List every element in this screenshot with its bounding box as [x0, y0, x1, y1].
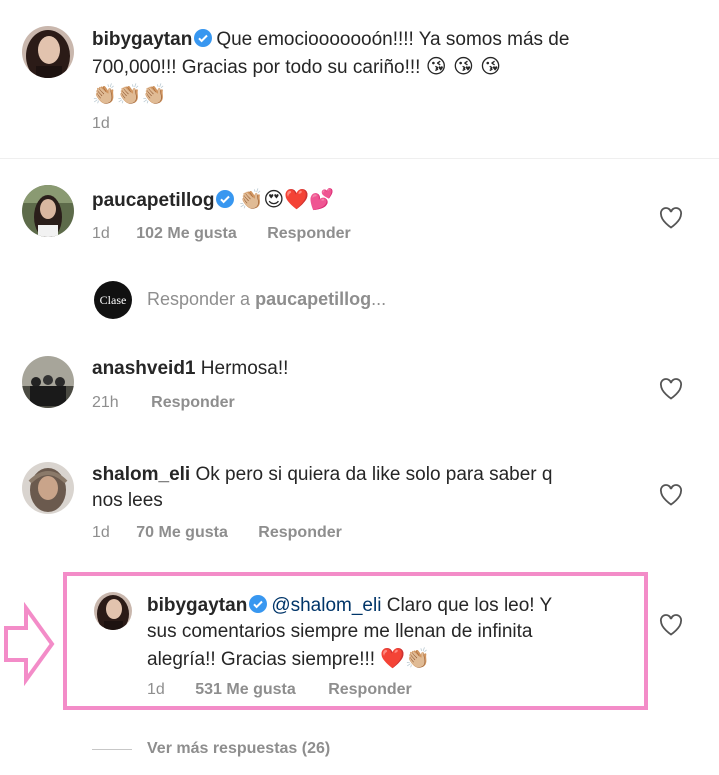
- reply-text: bibygaytan @shalom_eli Claro que los leo!…: [147, 593, 627, 673]
- comment-username[interactable]: paucapetillog: [92, 190, 214, 211]
- verified-badge-icon: [249, 595, 268, 613]
- mention-link[interactable]: @shalom_eli: [271, 595, 381, 616]
- avatar-bibygaytan[interactable]: [22, 26, 74, 78]
- comment-text-line2: nos lees: [92, 490, 163, 511]
- reply-time: 1d: [147, 681, 165, 698]
- caption-username[interactable]: bibygaytan: [92, 29, 192, 50]
- comment-shalom-eli: shalom_eli Ok pero si quiera da like sol…: [92, 462, 632, 514]
- reply-button[interactable]: Responder: [267, 225, 351, 242]
- reply-button[interactable]: Responder: [151, 394, 235, 411]
- avatar-anashveid1[interactable]: [22, 356, 74, 408]
- avatar-paucapetillog[interactable]: [22, 185, 74, 237]
- caption-emojis: 😘 😘 😘: [425, 54, 502, 78]
- comment-username[interactable]: anashveid1: [92, 358, 196, 379]
- view-more-replies-button[interactable]: Ver más respuestas (26): [147, 740, 330, 758]
- reply-input[interactable]: Responder a paucapetillog...: [147, 289, 386, 310]
- comment-username[interactable]: shalom_eli: [92, 464, 190, 485]
- reply-text-line2: sus comentarios siempre me llenan de inf…: [147, 621, 533, 642]
- reply-username[interactable]: bibygaytan: [147, 595, 247, 616]
- comment-likes[interactable]: 70 Me gusta: [136, 524, 228, 541]
- verified-badge-icon: [194, 29, 213, 47]
- comment-text: Ok pero si quiera da like solo para sabe…: [195, 464, 553, 485]
- comment-meta: 21h Responder: [92, 394, 235, 412]
- avatar-bibygaytan-reply[interactable]: [94, 592, 132, 630]
- comment-meta: 1d 102 Me gusta Responder: [92, 225, 351, 243]
- like-heart-icon[interactable]: [659, 614, 683, 636]
- comment-text: Hermosa!!: [200, 358, 289, 379]
- reply-text-line1: Claro que los leo! Y: [381, 595, 553, 616]
- caption-divider: [0, 158, 719, 159]
- avatar-shalom-eli[interactable]: [22, 462, 74, 514]
- reply-text-line3: alegría!! Gracias siempre!!!: [147, 649, 376, 670]
- comment-anashveid1: anashveid1 Hermosa!!: [92, 356, 288, 382]
- reply-input-prefix: Responder a: [147, 289, 256, 309]
- comment-likes[interactable]: 102 Me gusta: [136, 225, 236, 242]
- post-caption: bibygaytan Que emociooooooón!!!! Ya somos…: [92, 27, 652, 109]
- avatar-clase-text: Clase: [99, 292, 127, 307]
- like-heart-icon[interactable]: [659, 207, 683, 229]
- reply-likes[interactable]: 531 Me gusta: [195, 681, 295, 698]
- comment-meta: 1d 70 Me gusta Responder: [92, 524, 342, 542]
- reply-meta: 1d 531 Me gusta Responder: [147, 681, 412, 699]
- more-replies-line: [92, 749, 132, 750]
- like-heart-icon[interactable]: [659, 378, 683, 400]
- caption-meta: 1d: [92, 115, 110, 133]
- verified-badge-icon: [216, 190, 235, 208]
- avatar-clase: Clase: [94, 281, 132, 319]
- comment-time: 1d: [92, 225, 110, 242]
- caption-emojis-line2: 👏🏼👏🏼👏🏼: [92, 82, 167, 106]
- caption-time: 1d: [92, 115, 110, 132]
- reply-input-target: paucapetillog: [255, 289, 372, 309]
- comment-time: 1d: [92, 524, 110, 541]
- comment-emojis: 👏🏼😍❤️💕: [238, 187, 335, 211]
- highlight-arrow-icon: [0, 601, 56, 687]
- comment-paucapetillog: paucapetillog 👏🏼😍❤️💕: [92, 186, 334, 214]
- reply-button[interactable]: Responder: [258, 524, 342, 541]
- reply-emojis: ❤️👏🏼: [380, 646, 431, 670]
- reply-input-suffix: ...: [371, 289, 387, 309]
- comment-time: 21h: [92, 394, 119, 411]
- reply-button[interactable]: Responder: [328, 681, 412, 698]
- like-heart-icon[interactable]: [659, 484, 683, 506]
